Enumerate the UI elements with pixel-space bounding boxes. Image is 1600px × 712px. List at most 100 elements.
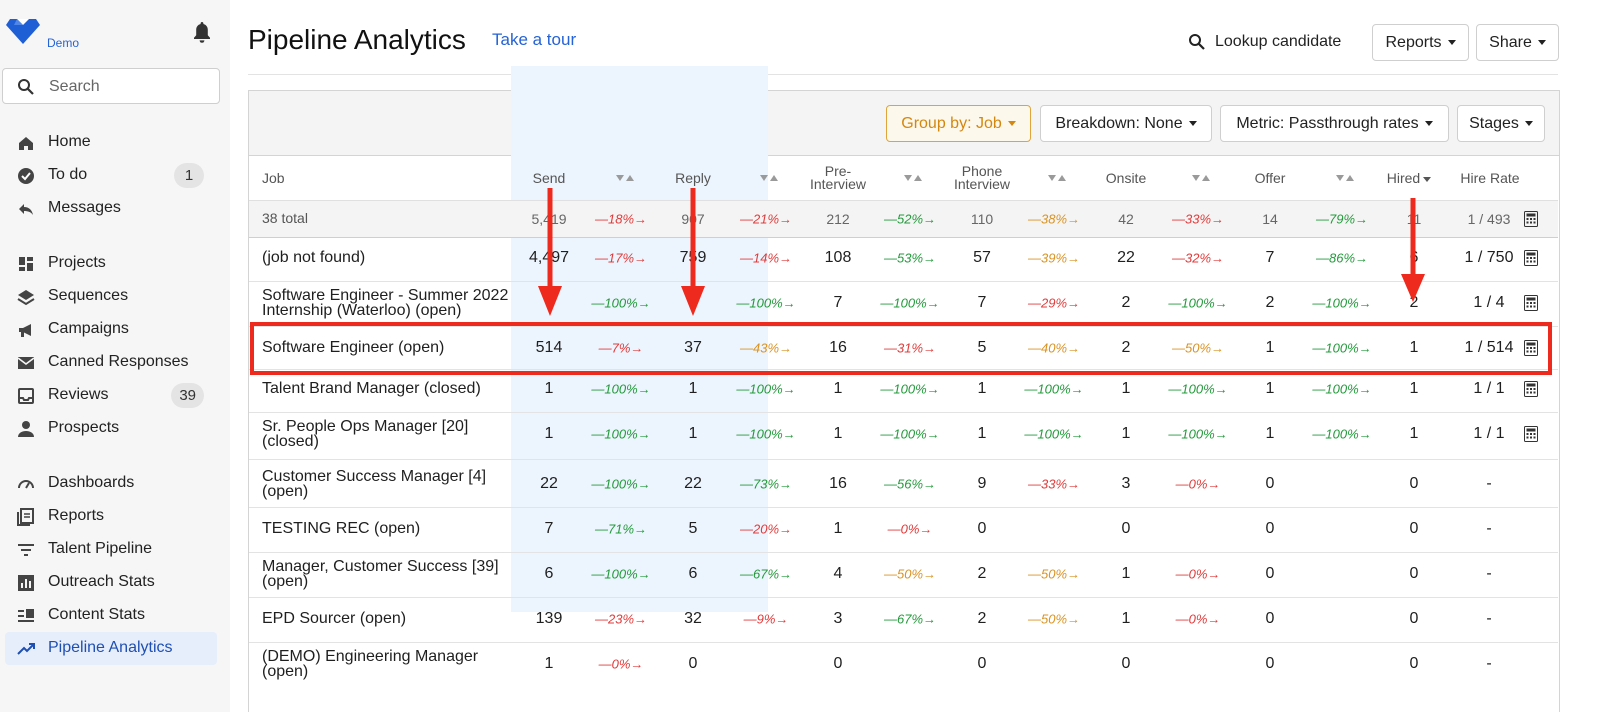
column-header-send[interactable]: Send	[519, 171, 579, 185]
rate-arrow: →	[1211, 340, 1225, 356]
sidebar-item-prospects[interactable]: Prospects	[5, 412, 217, 445]
lookup-candidate-button[interactable]: Lookup candidate	[1188, 32, 1341, 52]
sort-toggle-icon[interactable]	[903, 174, 923, 183]
column-header-offer[interactable]: Offer	[1240, 171, 1300, 185]
job-name[interactable]: (job not found)	[262, 250, 522, 266]
job-name[interactable]: (DEMO) Engineering Manager (open)	[262, 649, 522, 680]
rate-dash: —	[1024, 426, 1038, 442]
search-input[interactable]	[49, 75, 209, 99]
sidebar-item-reports[interactable]: Reports	[5, 500, 217, 533]
lookup-candidate-label: Lookup candidate	[1215, 33, 1342, 50]
reports-dropdown-button[interactable]: Reports	[1372, 24, 1469, 61]
passthrough-rate: —100%→	[591, 296, 650, 311]
passthrough-rate: —32%→	[1172, 251, 1224, 266]
check-circle-icon	[18, 168, 34, 184]
sort-toggle-icon[interactable]	[615, 174, 635, 183]
rate-value: 38%	[1040, 211, 1068, 227]
rate-arrow: →	[1211, 211, 1225, 227]
rate-dash: —	[598, 656, 612, 672]
share-dropdown-button[interactable]: Share	[1476, 24, 1559, 61]
sort-toggle-icon[interactable]	[1191, 174, 1211, 183]
hired-label: Hired	[1386, 170, 1421, 186]
calculator-icon[interactable]	[1524, 211, 1538, 227]
column-header-pre-interview[interactable]: Pre- Interview	[798, 164, 878, 191]
sort-toggle-icon[interactable]	[1335, 174, 1355, 183]
passthrough-rate: —100%→	[591, 567, 650, 582]
passthrough-rate: —100%→	[1024, 382, 1083, 397]
column-header-onsite[interactable]: Onsite	[1096, 171, 1156, 185]
take-a-tour-link[interactable]: Take a tour	[492, 30, 576, 50]
calculator-icon[interactable]	[1524, 340, 1538, 356]
stage-count: 6	[544, 565, 554, 582]
sidebar-item-dashboards[interactable]: Dashboards	[5, 467, 217, 500]
column-header-job[interactable]: Job	[262, 171, 285, 185]
rate-arrow: →	[1067, 295, 1081, 311]
column-header-hired[interactable]: Hired	[1384, 170, 1434, 186]
job-name[interactable]: Manager, Customer Success [39] (open)	[262, 559, 522, 590]
job-name[interactable]: TESTING REC (open)	[262, 521, 522, 537]
stage-count: 1	[977, 425, 987, 442]
rate-arrow: →	[1358, 295, 1372, 311]
job-name[interactable]: Software Engineer - Summer 2022 Internsh…	[262, 288, 522, 319]
column-header-reply[interactable]: Reply	[663, 171, 723, 185]
stage-count: 0	[688, 655, 698, 672]
calculator-icon[interactable]	[1524, 426, 1538, 442]
sidebar-item-reviews[interactable]: Reviews 39	[5, 379, 217, 412]
rate-value: 0%	[611, 656, 631, 672]
sidebar-item-home[interactable]: Home	[5, 126, 217, 159]
person-icon	[18, 421, 34, 437]
job-name[interactable]: Sr. People Ops Manager [20] (closed)	[262, 419, 522, 450]
job-name[interactable]: Software Engineer (open)	[262, 340, 522, 356]
rate-dash: —	[1312, 340, 1326, 356]
sidebar-item-sequences[interactable]: Sequences	[5, 280, 217, 313]
stage-count: 139	[535, 610, 563, 627]
stage-count: 57	[973, 249, 991, 266]
sort-toggle-icon[interactable]	[759, 174, 779, 183]
job-name[interactable]: EPD Sourcer (open)	[262, 611, 522, 627]
breakdown-dropdown[interactable]: Breakdown: None	[1040, 105, 1212, 142]
stage-count: 759	[679, 249, 707, 266]
rate-value: 100%	[893, 295, 927, 311]
sidebar-item-messages[interactable]: Messages	[5, 192, 217, 225]
rate-arrow: →	[1358, 381, 1372, 397]
job-name[interactable]: Talent Brand Manager (closed)	[262, 381, 522, 397]
stage-count: 0	[1121, 655, 1131, 672]
stage-count: 6	[688, 565, 698, 582]
stage-count: 1	[833, 520, 843, 537]
job-name[interactable]: Customer Success Manager [4] (open)	[262, 469, 522, 500]
sidebar-item-canned-responses[interactable]: Canned Responses	[5, 346, 217, 379]
sidebar-item-content-stats[interactable]: Content Stats	[5, 599, 217, 632]
diamond-logo-icon[interactable]	[6, 16, 40, 44]
sort-toggle-icon[interactable]	[1047, 174, 1067, 183]
column-header-hire-rate[interactable]: Hire Rate	[1450, 171, 1530, 185]
rate-value: 0%	[900, 521, 920, 537]
sidebar-item-outreach-stats[interactable]: Outreach Stats	[5, 566, 217, 599]
rate-value: 50%	[896, 566, 924, 582]
rate-arrow: →	[634, 250, 648, 266]
rate-value: 100%	[604, 566, 638, 582]
metric-dropdown[interactable]: Metric: Passthrough rates	[1220, 105, 1449, 142]
calculator-icon[interactable]	[1524, 295, 1538, 311]
sidebar-item-pipeline-analytics[interactable]: Pipeline Analytics	[5, 632, 217, 665]
sidebar-item-campaigns[interactable]: Campaigns	[5, 313, 217, 346]
sidebar-item-to-do[interactable]: To do 1	[5, 159, 217, 192]
rate-arrow: →	[779, 521, 793, 537]
group-by-dropdown[interactable]: Group by: Job	[886, 105, 1031, 142]
stage-count: 14	[1262, 211, 1278, 227]
sidebar-item-talent-pipeline[interactable]: Talent Pipeline	[5, 533, 217, 566]
stages-dropdown[interactable]: Stages	[1457, 105, 1545, 142]
row-divider	[249, 326, 1558, 327]
passthrough-rate: —7%→	[599, 341, 644, 356]
calculator-icon[interactable]	[1524, 250, 1538, 266]
rate-arrow: →	[782, 295, 796, 311]
stage-count: 2	[977, 610, 987, 627]
rate-arrow: →	[919, 521, 933, 537]
search-box[interactable]	[2, 68, 220, 104]
column-header-phone-interview[interactable]: Phone Interview	[942, 164, 1022, 191]
calculator-icon[interactable]	[1524, 381, 1538, 397]
passthrough-rate: —17%→	[595, 251, 647, 266]
sidebar-item-label: Messages	[48, 199, 121, 216]
sidebar-item-projects[interactable]: Projects	[5, 247, 217, 280]
bell-icon[interactable]	[192, 20, 212, 44]
inbox-icon	[18, 388, 34, 404]
